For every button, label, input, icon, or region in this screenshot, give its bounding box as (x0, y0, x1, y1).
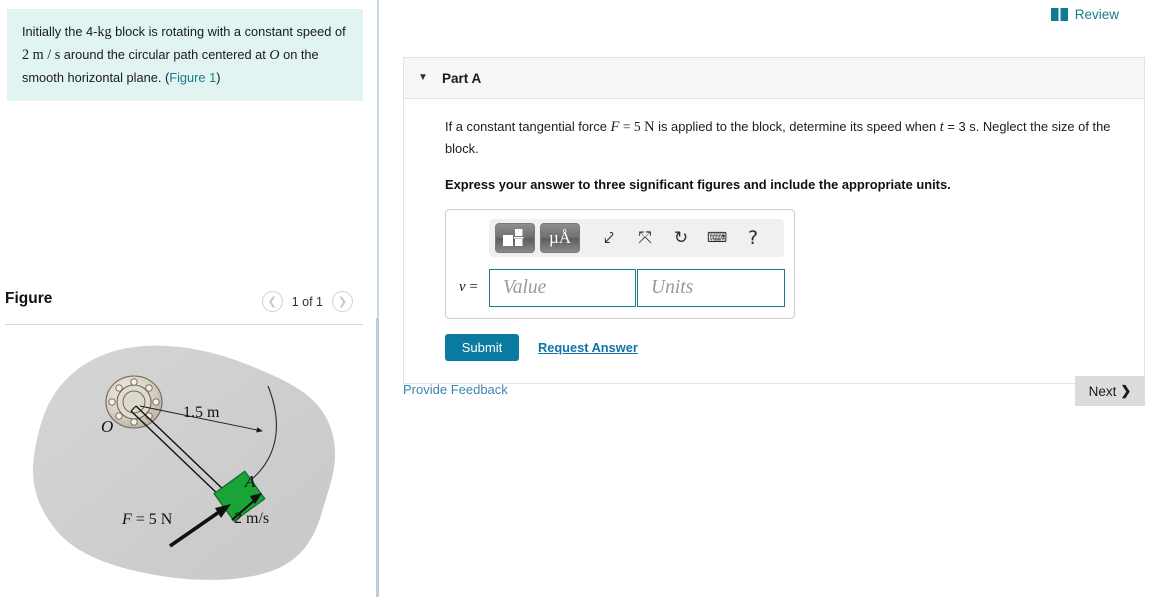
figure-prev-button[interactable]: ❮ (261, 291, 283, 312)
figure-diagram: O 1.5 m A 2 m/s F = 5 N (32, 345, 336, 580)
figure-header: Figure ❮ 1 of 1 ❯ (5, 288, 365, 324)
chevron-right-icon: ❯ (1120, 383, 1132, 398)
figure-label-velocity: 2 m/s (234, 510, 269, 527)
figure-label-A: A (244, 472, 256, 491)
answer-widget: µÅ ⤦ ⤧ ↻ ⌨ ? v = Value Units (445, 208, 795, 319)
figure-label-O: O (101, 417, 113, 436)
part-a-header[interactable]: ▼ Part A (404, 58, 1144, 99)
submit-button[interactable]: Submit (445, 333, 519, 361)
problem-unit-kg: kg (97, 24, 112, 40)
problem-text-3: around the circular path centered at (60, 47, 270, 62)
question-text: If a constant tangential force F = 5 N i… (445, 116, 1113, 159)
footer-row: Provide Feedback Next ❯ (403, 376, 1145, 408)
micro-angstrom-icon[interactable]: µÅ (540, 222, 580, 253)
problem-center-label: O (269, 48, 280, 63)
figure-next-button[interactable]: ❯ (332, 291, 353, 312)
provide-feedback-link[interactable]: Provide Feedback (403, 382, 508, 397)
page-root: Initially the 4-kg block is rotating wit… (0, 0, 1158, 597)
pivot-hub (105, 375, 163, 429)
answer-toolbar: µÅ ⤦ ⤧ ↻ ⌨ ? (489, 218, 784, 257)
figure-divider (5, 324, 363, 325)
horizontal-plane-blob (32, 345, 336, 580)
figure-1-link[interactable]: Figure 1 (169, 70, 216, 85)
problem-text-2: block is rotating with a constant speed … (111, 24, 346, 39)
figure-navigation: ❮ 1 of 1 ❯ (261, 291, 353, 312)
next-button[interactable]: Next ❯ (1075, 376, 1145, 406)
next-label: Next (1088, 383, 1117, 399)
answer-instruction: Express your answer to three significant… (445, 176, 951, 192)
q-unit-N: N (644, 119, 655, 135)
right-panel: Review ▼ Part A If a constant tangential… (379, 0, 1158, 597)
part-a-body: If a constant tangential force F = 5 N i… (404, 99, 1144, 383)
undo-icon[interactable]: ⤦ (591, 223, 627, 253)
problem-text-5: ) (216, 69, 221, 85)
q-seg-3: is applied to the block, determine its s… (654, 119, 940, 134)
triangle-down-icon[interactable]: ▼ (404, 73, 442, 83)
answer-input-row: v = Value Units (455, 268, 785, 307)
review-link[interactable]: Review (1050, 7, 1119, 22)
request-answer-link[interactable]: Request Answer (538, 340, 638, 355)
review-label: Review (1074, 7, 1119, 22)
value-placeholder: Value (503, 276, 547, 298)
action-row: Submit Request Answer (445, 333, 1122, 361)
figure-counter: 1 of 1 (291, 294, 323, 309)
problem-text-1: Initially the 4- (22, 24, 98, 39)
template-icon[interactable] (495, 222, 535, 253)
left-panel: Initially the 4-kg block is rotating wit… (0, 0, 377, 597)
units-placeholder: Units (651, 276, 694, 298)
variable-label: v = (459, 279, 478, 296)
problem-speed-number: 2 (22, 47, 33, 63)
problem-speed-unit: m / s (32, 47, 61, 63)
figure-label-force: F = 5 N (121, 511, 173, 528)
template-glyph (503, 228, 524, 246)
value-input[interactable]: Value (489, 268, 636, 307)
keyboard-icon[interactable]: ⌨ (699, 223, 735, 253)
q-seg-2: = 5 (619, 119, 645, 134)
figure-label-radius: 1.5 m (183, 404, 220, 421)
help-icon[interactable]: ? (735, 223, 771, 253)
q-seg-1: If a constant tangential force (445, 119, 611, 134)
figure-title: Figure (5, 290, 53, 307)
part-a-panel: ▼ Part A If a constant tangential force … (403, 57, 1145, 384)
redo-icon[interactable]: ⤧ (627, 223, 663, 253)
book-icon (1050, 8, 1068, 21)
reset-icon[interactable]: ↻ (663, 223, 699, 253)
units-input[interactable]: Units (637, 268, 785, 307)
problem-statement: Initially the 4-kg block is rotating wit… (7, 9, 363, 102)
part-a-label: Part A (442, 70, 482, 86)
